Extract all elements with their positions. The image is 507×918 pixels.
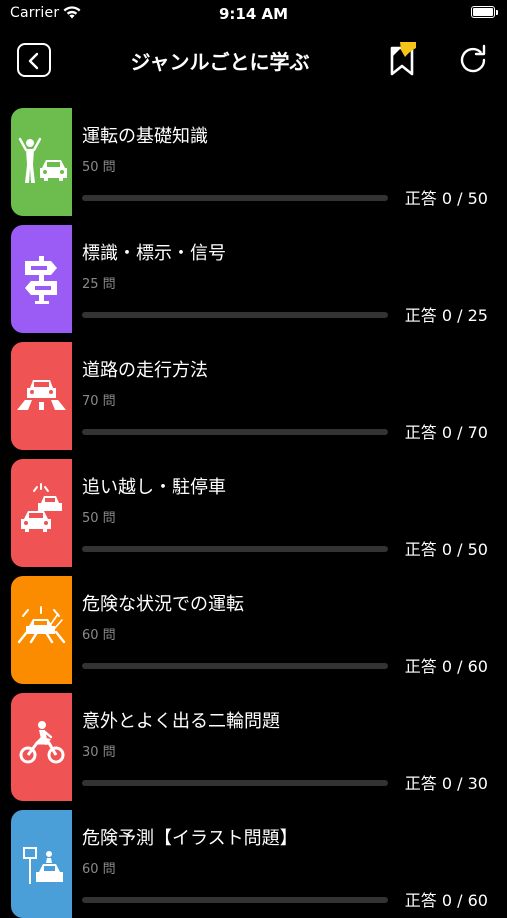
genre-row[interactable]: 標識・標示・信号 25 問 正答 0 / 25: [0, 225, 507, 333]
refresh-button[interactable]: [455, 42, 491, 78]
bookmark-icon: [390, 42, 416, 76]
genre-tile: [11, 576, 72, 684]
genre-row[interactable]: 道路の走行方法 70 問 正答 0 / 70: [0, 342, 507, 450]
refresh-icon: [460, 44, 486, 73]
genre-row[interactable]: 意外とよく出る二輪問題 30 問 正答 0 / 30: [0, 693, 507, 801]
navigation-bar: ジャンルごとに学ぶ: [0, 28, 507, 98]
progress-bar: [82, 663, 388, 669]
genre-tile: [11, 225, 72, 333]
question-count: 60 問: [82, 628, 116, 643]
question-count: 70 問: [82, 394, 116, 409]
genre-tile: [11, 342, 72, 450]
genre-tile: [11, 810, 72, 918]
progress-bar: [82, 312, 388, 318]
battery-icon: [471, 6, 498, 18]
bookmark-button[interactable]: [383, 40, 421, 80]
genre-title: 運転の基礎知識: [82, 126, 208, 147]
correct-score: 正答 0 / 70: [404, 423, 488, 442]
genre-row[interactable]: 追い越し・駐停車 50 問 正答 0 / 50: [0, 459, 507, 567]
genre-title: 追い越し・駐停車: [82, 477, 226, 498]
genre-title: 危険な状況での運転: [82, 594, 244, 615]
progress-bar: [82, 429, 388, 435]
question-count: 25 問: [82, 277, 116, 292]
hazard-prediction-icon: [23, 847, 63, 884]
motorcycle-icon: [19, 721, 65, 764]
progress-bar: [82, 897, 388, 903]
car-on-road-icon: [17, 380, 66, 410]
page-title: ジャンルごとに学ぶ: [130, 50, 310, 74]
correct-score: 正答 0 / 50: [404, 540, 488, 559]
progress-bar: [82, 195, 388, 201]
genre-tile: [11, 459, 72, 567]
correct-score: 正答 0 / 25: [404, 306, 488, 325]
progress-bar: [82, 780, 388, 786]
genre-tile: [11, 108, 72, 216]
question-count: 60 問: [82, 862, 116, 877]
genre-title: 道路の走行方法: [82, 360, 208, 381]
question-count: 50 問: [82, 160, 116, 175]
signpost-icon: [25, 256, 57, 304]
genre-row[interactable]: 危険な状況での運転 60 問 正答 0 / 60: [0, 576, 507, 684]
status-bar: Carrier 9:14 AM: [0, 0, 507, 28]
genre-tile: [11, 693, 72, 801]
genre-title: 危険予測【イラスト問題】: [82, 828, 298, 849]
genre-row[interactable]: 危険予測【イラスト問題】 60 問 正答 0 / 60: [0, 810, 507, 918]
traffic-officer-car-icon: [18, 137, 67, 183]
correct-score: 正答 0 / 50: [404, 189, 488, 208]
genre-title: 意外とよく出る二輪問題: [82, 711, 280, 732]
genre-title: 標識・標示・信号: [82, 243, 226, 264]
overtaking-cars-icon: [21, 483, 62, 532]
dangerous-situation-icon: [17, 606, 66, 644]
genre-row[interactable]: 運転の基礎知識 50 問 正答 0 / 50: [0, 108, 507, 216]
correct-score: 正答 0 / 30: [404, 774, 488, 793]
question-count: 30 問: [82, 745, 116, 760]
progress-bar: [82, 546, 388, 552]
clock: 9:14 AM: [218, 5, 289, 23]
correct-score: 正答 0 / 60: [404, 891, 488, 910]
correct-score: 正答 0 / 60: [404, 657, 488, 676]
question-count: 50 問: [82, 511, 116, 526]
